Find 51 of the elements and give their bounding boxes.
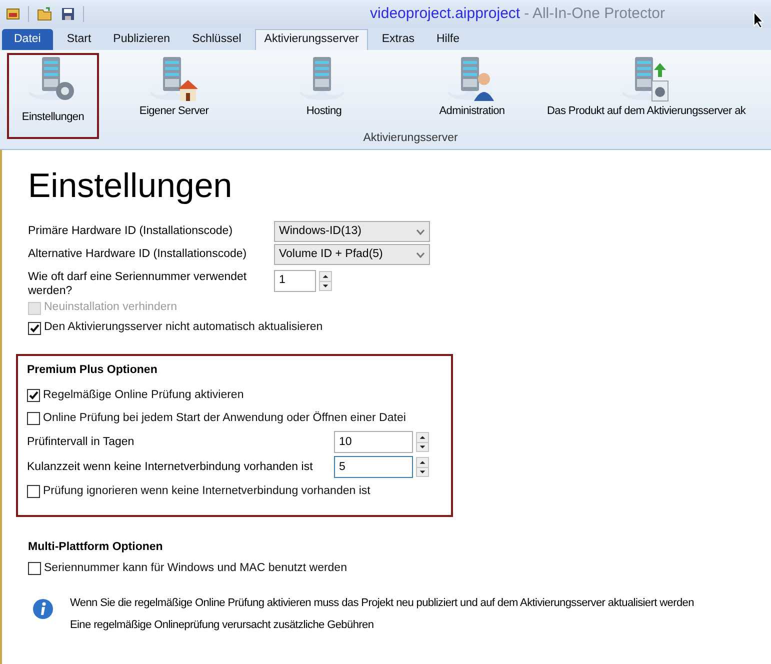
- field-label: Wie oft darf eine Seriennummer verwendet werden?: [28, 270, 248, 298]
- info-icon: [32, 598, 54, 620]
- spin-buttons[interactable]: [416, 457, 429, 478]
- section-title: Multi-Plattform Optionen: [28, 540, 164, 556]
- ribbon-button[interactable]: Das Produkt auf dem Aktivierungsserver ak: [545, 53, 748, 133]
- dropdown[interactable]: Volume ID + Pfad(5): [274, 244, 430, 265]
- checkbox[interactable]: [27, 388, 40, 402]
- field-label: Kulanzzeit wenn keine Internetverbindung vorhanden ist: [27, 460, 314, 475]
- ribbon-tab[interactable]: Start: [58, 29, 100, 50]
- window-title: - All-In-One Protector: [524, 4, 665, 24]
- checkbox-label: Seriennummer kann für Windows und MAC benutzt werden: [44, 560, 347, 576]
- ribbon-tab[interactable]: Aktivierungsserver: [255, 29, 368, 50]
- checkbox[interactable]: [28, 322, 41, 334]
- app-icon[interactable]: [6, 7, 20, 21]
- project-name: videoproject.aipproject: [370, 4, 520, 24]
- checkbox-label: Neuinstallation verhindern: [44, 300, 177, 316]
- checkbox[interactable]: [27, 484, 40, 498]
- checkbox[interactable]: [28, 562, 41, 575]
- save-icon[interactable]: [61, 7, 75, 21]
- ribbon-button[interactable]: Einstellungen: [7, 53, 99, 139]
- ribbon-button[interactable]: Eigener Server: [99, 53, 249, 133]
- number-field[interactable]: 1: [274, 270, 316, 292]
- checkbox-label: Den Aktivierungsserver nicht automatisch aktualisieren: [44, 320, 323, 336]
- ribbon-group-label: Aktivierungsserver: [363, 131, 458, 146]
- checkbox[interactable]: [27, 412, 40, 425]
- info-text: Wenn Sie die regelmäßige Online Prüfung aktivieren muss das Projekt neu publiziert und auf dem Aktivierungsserver aktualisiert werden: [70, 596, 694, 610]
- number-field[interactable]: 5: [334, 456, 413, 478]
- open-folder-icon[interactable]: [37, 7, 53, 21]
- spin-buttons[interactable]: [319, 271, 332, 291]
- ribbon-tab[interactable]: Schlüssel: [184, 29, 250, 50]
- cursor-icon: [753, 11, 765, 29]
- field-label: Alternative Hardware ID (Installationscode): [28, 246, 248, 262]
- ribbon-tab[interactable]: Extras: [374, 29, 422, 50]
- field-label: Prüfintervall in Tagen: [27, 434, 136, 450]
- checkbox-label: Online Prüfung bei jedem Start der Anwendung oder Öffnen einer Datei: [43, 410, 406, 426]
- page-heading: Einstellungen: [28, 166, 234, 206]
- dropdown[interactable]: Windows-ID(13): [274, 221, 430, 242]
- spin-buttons[interactable]: [416, 432, 429, 452]
- number-field[interactable]: 10: [334, 431, 413, 454]
- ribbon-button[interactable]: Administration: [399, 53, 545, 133]
- ribbon-button[interactable]: Hosting: [249, 53, 399, 133]
- section-title: Premium Plus Optionen: [27, 363, 158, 378]
- file-menu-button[interactable]: Datei: [2, 29, 53, 50]
- ribbon-tab[interactable]: Hilfe: [428, 29, 468, 50]
- info-text: Eine regelmäßige Onlineprüfung verursacht zusätzliche Gebühren: [70, 618, 375, 633]
- chevron-down-icon: [416, 228, 425, 234]
- chevron-down-icon: [416, 252, 425, 258]
- checkbox-label: Regelmäßige Online Prüfung aktivieren: [43, 388, 244, 403]
- ribbon-tab[interactable]: Publizieren: [105, 29, 178, 50]
- checkbox-label: Prüfung ignorieren wenn keine Internetverbindung vorhanden ist: [43, 484, 370, 499]
- field-label: Primäre Hardware ID (Installationscode): [28, 224, 234, 239]
